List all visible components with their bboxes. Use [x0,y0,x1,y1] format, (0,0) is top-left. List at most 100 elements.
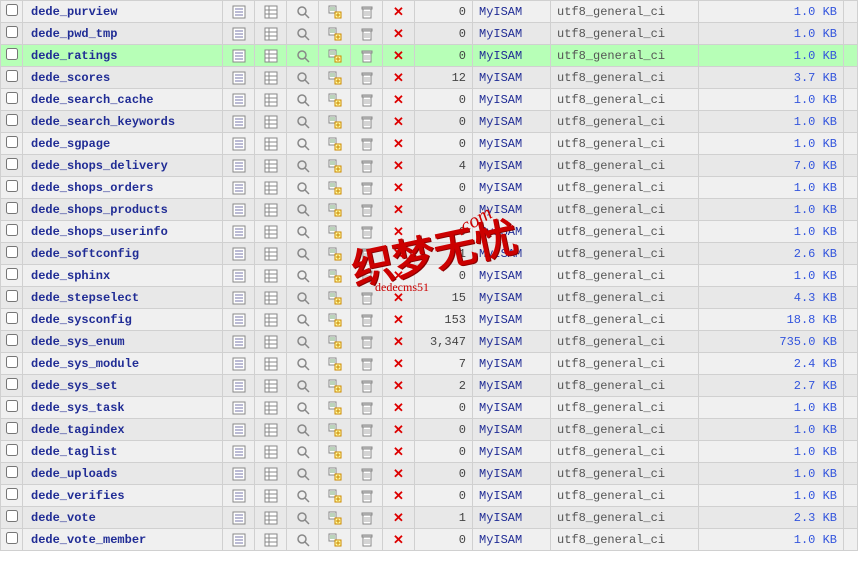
insert-icon[interactable] [319,463,351,485]
browse-icon[interactable] [223,287,255,309]
row-checkbox[interactable] [6,92,18,104]
insert-icon[interactable] [319,221,351,243]
browse-icon[interactable] [223,485,255,507]
insert-icon[interactable] [319,309,351,331]
empty-icon[interactable] [351,111,383,133]
search-icon[interactable] [287,331,319,353]
drop-icon[interactable]: ✕ [383,177,415,199]
structure-icon[interactable] [255,133,287,155]
insert-icon[interactable] [319,353,351,375]
browse-icon[interactable] [223,463,255,485]
structure-icon[interactable] [255,331,287,353]
empty-icon[interactable] [351,375,383,397]
table-size[interactable]: 1.0 KB [699,45,844,67]
structure-icon[interactable] [255,45,287,67]
drop-icon[interactable]: ✕ [383,441,415,463]
empty-icon[interactable] [351,243,383,265]
search-icon[interactable] [287,155,319,177]
drop-icon[interactable]: ✕ [383,111,415,133]
table-name-link[interactable]: dede_sys_module [23,353,223,375]
search-icon[interactable] [287,309,319,331]
empty-icon[interactable] [351,419,383,441]
browse-icon[interactable] [223,221,255,243]
insert-icon[interactable] [319,155,351,177]
drop-icon[interactable]: ✕ [383,23,415,45]
row-checkbox[interactable] [6,444,18,456]
browse-icon[interactable] [223,331,255,353]
table-type[interactable]: MyISAM [473,199,551,221]
empty-icon[interactable] [351,1,383,23]
search-icon[interactable] [287,507,319,529]
search-icon[interactable] [287,419,319,441]
structure-icon[interactable] [255,155,287,177]
search-icon[interactable] [287,529,319,551]
structure-icon[interactable] [255,419,287,441]
row-checkbox[interactable] [6,48,18,60]
row-checkbox[interactable] [6,400,18,412]
insert-icon[interactable] [319,529,351,551]
row-checkbox[interactable] [6,202,18,214]
table-type[interactable]: MyISAM [473,243,551,265]
table-type[interactable]: MyISAM [473,265,551,287]
browse-icon[interactable] [223,111,255,133]
drop-icon[interactable]: ✕ [383,397,415,419]
search-icon[interactable] [287,67,319,89]
table-type[interactable]: MyISAM [473,507,551,529]
search-icon[interactable] [287,265,319,287]
table-name-link[interactable]: dede_shops_products [23,199,223,221]
row-checkbox[interactable] [6,312,18,324]
table-size[interactable]: 2.3 KB [699,507,844,529]
table-size[interactable]: 1.0 KB [699,111,844,133]
structure-icon[interactable] [255,287,287,309]
table-type[interactable]: MyISAM [473,155,551,177]
table-name-link[interactable]: dede_ratings [23,45,223,67]
table-size[interactable]: 1.0 KB [699,441,844,463]
row-checkbox[interactable] [6,422,18,434]
table-type[interactable]: MyISAM [473,529,551,551]
row-checkbox[interactable] [6,26,18,38]
browse-icon[interactable] [223,23,255,45]
empty-icon[interactable] [351,265,383,287]
row-checkbox[interactable] [6,488,18,500]
insert-icon[interactable] [319,111,351,133]
empty-icon[interactable] [351,463,383,485]
empty-icon[interactable] [351,45,383,67]
row-checkbox[interactable] [6,356,18,368]
insert-icon[interactable] [319,485,351,507]
structure-icon[interactable] [255,397,287,419]
table-type[interactable]: MyISAM [473,45,551,67]
table-size[interactable]: 735.0 KB [699,331,844,353]
table-type[interactable]: MyISAM [473,1,551,23]
empty-icon[interactable] [351,529,383,551]
insert-icon[interactable] [319,23,351,45]
empty-icon[interactable] [351,89,383,111]
table-size[interactable]: 3.7 KB [699,67,844,89]
table-size[interactable]: 2.6 KB [699,243,844,265]
drop-icon[interactable]: ✕ [383,155,415,177]
table-type[interactable]: MyISAM [473,397,551,419]
insert-icon[interactable] [319,507,351,529]
search-icon[interactable] [287,1,319,23]
drop-icon[interactable]: ✕ [383,309,415,331]
empty-icon[interactable] [351,199,383,221]
drop-icon[interactable]: ✕ [383,133,415,155]
insert-icon[interactable] [319,441,351,463]
drop-icon[interactable]: ✕ [383,287,415,309]
table-size[interactable]: 1.0 KB [699,265,844,287]
table-size[interactable]: 1.0 KB [699,1,844,23]
browse-icon[interactable] [223,353,255,375]
drop-icon[interactable]: ✕ [383,199,415,221]
insert-icon[interactable] [319,243,351,265]
browse-icon[interactable] [223,67,255,89]
empty-icon[interactable] [351,67,383,89]
insert-icon[interactable] [319,89,351,111]
search-icon[interactable] [287,375,319,397]
table-name-link[interactable]: dede_taglist [23,441,223,463]
browse-icon[interactable] [223,45,255,67]
row-checkbox[interactable] [6,378,18,390]
row-checkbox[interactable] [6,268,18,280]
structure-icon[interactable] [255,89,287,111]
table-type[interactable]: MyISAM [473,89,551,111]
insert-icon[interactable] [319,397,351,419]
structure-icon[interactable] [255,529,287,551]
